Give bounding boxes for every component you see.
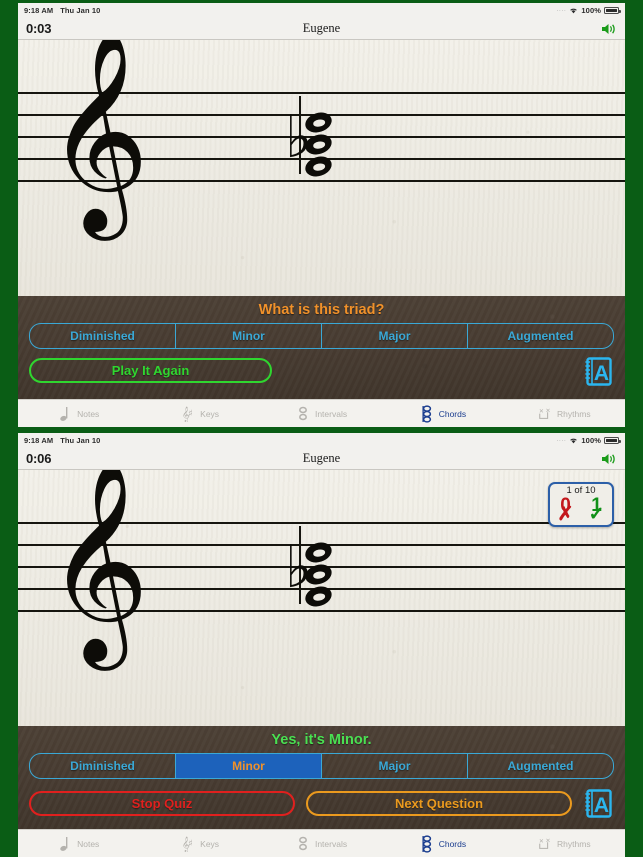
rhythm-x-notes-icon: ✕ ✕ [538,405,552,422]
battery-icon [604,7,621,14]
nav-bar: 0:06 Eugene [18,448,625,470]
answer-option-diminished[interactable]: Diminished [30,324,176,348]
status-bar-left: 9:18 AM Thu Jan 10 [24,436,100,445]
interval-notes-icon [296,405,310,422]
status-bar: 9:18 AM Thu Jan 10 ···· 100% [18,3,625,18]
answer-panel: Yes, it's Minor. Diminished Minor Major … [18,726,625,829]
status-time: 9:18 AM [24,436,54,445]
next-question-button[interactable]: Next Question [306,791,572,816]
answer-panel: What is this triad? Diminished Minor Maj… [18,296,625,399]
stop-quiz-button[interactable]: Stop Quiz [29,791,295,816]
wrong-mark-icon: ✗ [557,504,574,525]
page-title: Eugene [302,451,341,465]
svg-text:A: A [594,362,609,385]
device-screenshot-bottom: 9:18 AM Thu Jan 10 ···· 100% 0:06 Eugene [18,433,625,857]
panel-button-row: Stop Quiz Next Question A [29,788,614,819]
answer-option-major[interactable]: Major [322,754,468,778]
battery-percent: 100% [581,436,601,445]
rhythm-x-notes-icon: ✕ ✕ [538,835,552,852]
glossary-notebook-a-icon[interactable]: A [583,356,614,387]
speaker-icon[interactable] [600,452,617,466]
key-signature-icon: 𝄞 ♯ [181,405,195,422]
correct-mark-icon: ✓ [588,504,605,525]
tab-label-rhythms: Rhythms [557,408,591,419]
tab-label-keys: Keys [200,408,220,419]
tab-notes[interactable]: Notes [18,835,139,852]
signal-dots-icon: ···· [556,437,567,444]
wifi-icon [569,437,578,444]
music-staff-area: 𝄞 ♭ 1 of 10 0 ✗ 1 ✓ [18,470,625,726]
panel-button-row: Play It Again A [29,357,614,386]
treble-clef-icon: 𝄞 [46,470,150,662]
wrong-score: 0 ✗ [553,496,579,525]
answer-segmented-control[interactable]: Diminished Minor Major Augmented [29,753,614,779]
svg-text:♯: ♯ [188,839,193,850]
correct-score: 1 ✓ [584,496,610,525]
chord-stack-icon [420,834,434,853]
tab-bar[interactable]: Notes 𝄞 ♯ Keys Intervals Chords ✕ ✕ Rhyt… [18,829,625,857]
quarter-note-icon [58,835,72,852]
answer-option-major[interactable]: Major [322,324,468,348]
tab-keys[interactable]: 𝄞 ♯ Keys [139,835,260,852]
device-screenshot-top: 9:18 AM Thu Jan 10 ···· 100% 0:03 Eugene [18,3,625,427]
tab-label-notes: Notes [77,838,100,849]
music-staff-area: 𝄞 ♭ [18,40,625,296]
treble-clef-icon: 𝄞 [46,40,150,232]
status-bar-left: 9:18 AM Thu Jan 10 [24,6,100,15]
question-prompt: What is this triad? [258,302,385,318]
score-counts: 0 ✗ 1 ✓ [550,496,612,525]
play-it-again-button[interactable]: Play It Again [29,358,272,383]
feedback-prompt: Yes, it's Minor. [271,732,372,748]
tab-rhythms[interactable]: ✕ ✕ Rhythms [504,835,625,852]
tab-chords[interactable]: Chords [382,834,503,853]
status-date: Thu Jan 10 [60,436,101,445]
answer-option-diminished[interactable]: Diminished [30,754,176,778]
screenshot-frame: 9:18 AM Thu Jan 10 ···· 100% 0:03 Eugene [0,0,643,857]
tab-notes[interactable]: Notes [18,405,139,422]
svg-text:A: A [594,794,609,817]
tab-intervals[interactable]: Intervals [261,405,382,422]
status-bar: 9:18 AM Thu Jan 10 ···· 100% [18,433,625,448]
speaker-icon[interactable] [600,22,617,36]
tab-label-chords: Chords [438,838,467,849]
tab-label-notes: Notes [77,408,100,419]
glossary-notebook-a-icon[interactable]: A [583,788,614,819]
key-signature-icon: 𝄞 ♯ [181,835,195,852]
tab-label-intervals: Intervals [314,838,348,849]
tab-rhythms[interactable]: ✕ ✕ Rhythms [504,405,625,422]
tab-chords[interactable]: Chords [382,404,503,423]
wifi-icon [569,7,578,14]
battery-icon [604,437,621,444]
status-date: Thu Jan 10 [60,6,101,15]
interval-notes-icon [296,835,310,852]
tab-keys[interactable]: 𝄞 ♯ Keys [139,405,260,422]
page-title: Eugene [302,21,341,35]
status-bar-right: ···· 100% [556,6,621,15]
tab-label-chords: Chords [438,408,467,419]
answer-segmented-control[interactable]: Diminished Minor Major Augmented [29,323,614,349]
tab-intervals[interactable]: Intervals [261,835,382,852]
tab-label-intervals: Intervals [314,408,348,419]
nav-bar: 0:03 Eugene [18,18,625,40]
chord-stack-icon [420,404,434,423]
battery-percent: 100% [581,6,601,15]
tab-bar[interactable]: Notes 𝄞 ♯ Keys Intervals Chords ✕ ✕ Rhyt… [18,399,625,427]
answer-option-augmented[interactable]: Augmented [468,754,613,778]
quarter-note-icon [58,405,72,422]
answer-option-minor[interactable]: Minor [176,754,322,778]
tab-label-keys: Keys [200,838,220,849]
score-badge[interactable]: 1 of 10 0 ✗ 1 ✓ [548,482,614,527]
status-time: 9:18 AM [24,6,54,15]
signal-dots-icon: ···· [556,7,567,14]
status-bar-right: ···· 100% [556,436,621,445]
svg-text:♯: ♯ [188,409,193,420]
tab-label-rhythms: Rhythms [557,838,591,849]
answer-option-augmented[interactable]: Augmented [468,324,613,348]
answer-option-minor[interactable]: Minor [176,324,322,348]
